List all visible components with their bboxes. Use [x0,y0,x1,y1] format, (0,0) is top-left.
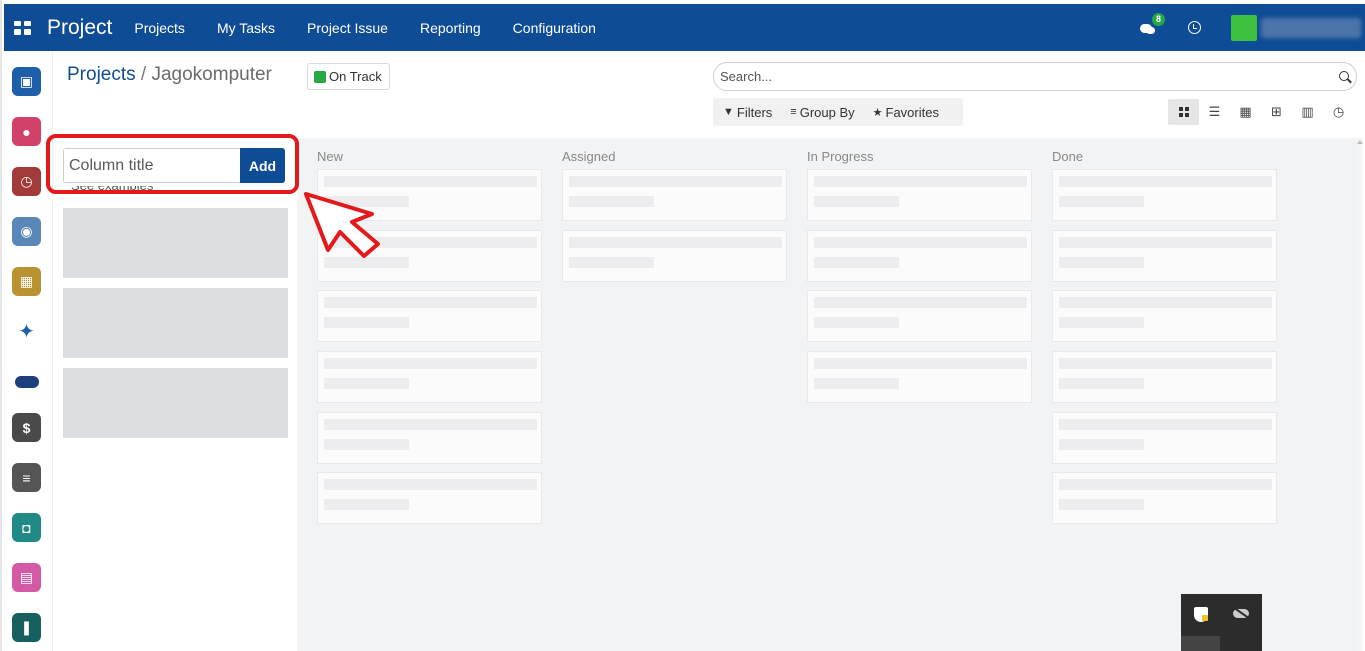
user-name-blurred[interactable] [1261,17,1361,38]
chat-icon[interactable]: 8 [1140,12,1166,35]
ghost-card [1052,290,1277,342]
top-navbar: Project Projects My Tasks Project Issue … [4,4,1365,51]
security-shield-icon[interactable] [1194,607,1208,622]
ghost-card [317,351,542,403]
activity-view-icon[interactable]: ◷ [1323,99,1354,125]
search-options-bar: ▼ Filters ≡ Group By ★ Favorites [713,98,963,126]
ghost-column [63,208,288,278]
ghost-card [807,169,1032,221]
dock-timer-icon[interactable]: ◷ [12,167,41,196]
filters-toggle[interactable]: ▼ Filters [723,105,772,120]
dock-badge-icon[interactable] [12,367,41,396]
nav-my-tasks[interactable]: My Tasks [217,20,275,36]
search-icon[interactable] [1339,71,1349,81]
ghost-card [1052,230,1277,282]
filters-label: Filters [736,104,773,120]
ghost-card [562,230,787,282]
dock-brand-icon[interactable]: ✦ [12,317,41,346]
systray: 8 [1140,12,1361,41]
ghost-card [562,169,787,221]
ghost-column [63,288,288,358]
kanban-view-icon[interactable] [1168,99,1199,125]
calendar-view-icon[interactable]: ▦ [1230,99,1261,125]
dock-project-icon[interactable]: ❚ [12,613,41,642]
highlight-box [46,134,299,194]
search-input[interactable] [720,69,1320,84]
dock-payroll-icon[interactable]: $ [12,413,41,442]
dock-contacts-icon[interactable]: ◘ [12,513,41,542]
filter-funnel-icon: ▼ [723,106,734,118]
dock-helpdesk-icon[interactable]: ▤ [12,563,41,592]
ghost-card [1052,351,1277,403]
favorites-toggle[interactable]: ★ Favorites [873,105,939,120]
dock-calendar-icon[interactable]: ▦ [12,267,41,296]
groupby-label: Group By [799,104,855,120]
search-box [713,62,1357,91]
dock-discuss-icon[interactable]: ● [12,117,41,146]
ghost-card [1052,472,1277,524]
stage-title[interactable]: In Progress [807,149,873,164]
dock-employees-icon[interactable]: ◉ [12,217,41,246]
nav-project-issue[interactable]: Project Issue [307,20,388,36]
column-quick-create: Add See examples [53,138,297,651]
view-switcher: ☰ ▦ ⊞ ▥ ◷ [1168,99,1354,125]
ghost-card [317,472,542,524]
ghost-card [1052,412,1277,464]
app-window: Project Projects My Tasks Project Issue … [0,0,1365,651]
nav-reporting[interactable]: Reporting [420,20,481,36]
dock-notes-icon[interactable]: ≡ [12,463,41,492]
ghost-card [317,290,542,342]
breadcrumb: Projects / Jagokomputer [67,64,272,86]
breadcrumb-current: Jagokomputer [151,64,272,85]
favorites-label: Favorites [885,104,939,120]
ghost-card [807,290,1032,342]
groupby-toggle[interactable]: ≡ Group By [790,105,854,120]
stage-title[interactable]: New [317,149,343,164]
status-dot [314,70,326,83]
pivot-view-icon[interactable]: ⊞ [1261,99,1292,125]
graph-view-icon[interactable]: ▥ [1292,99,1323,125]
favorites-star-icon: ★ [872,106,883,119]
stage-title[interactable]: Done [1052,149,1083,164]
ghost-card [1052,169,1277,221]
tray-popup [1181,594,1262,651]
user-avatar[interactable] [1231,14,1257,41]
app-title[interactable]: Project [47,16,112,40]
kanban-area: Add See examples New Assigned In Progres… [53,138,1363,651]
nav-configuration[interactable]: Configuration [513,20,596,36]
tray-hover-highlight [1181,636,1220,651]
chat-count-badge: 8 [1152,12,1166,26]
vertical-scrollbar[interactable] [1357,138,1363,651]
list-view-icon[interactable]: ☰ [1199,99,1230,125]
apps-menu-icon[interactable] [14,20,32,35]
ghost-card [807,230,1032,282]
ghost-card [317,412,542,464]
stage-title[interactable]: Assigned [562,149,615,164]
dock-website-icon[interactable]: ▣ [12,67,41,96]
activity-clock-icon[interactable] [1188,21,1201,34]
ghost-card [807,351,1032,403]
project-status-button[interactable]: On Track [307,63,390,90]
cloud-off-icon[interactable] [1233,609,1249,618]
breadcrumb-separator: / [140,64,147,85]
breadcrumb-projects-link[interactable]: Projects [67,64,136,85]
groupby-bars-icon: ≡ [790,106,797,118]
pointer-arrow-icon [304,192,380,258]
nav-projects[interactable]: Projects [134,20,185,36]
ghost-column [63,368,288,438]
status-label: On Track [329,69,382,84]
